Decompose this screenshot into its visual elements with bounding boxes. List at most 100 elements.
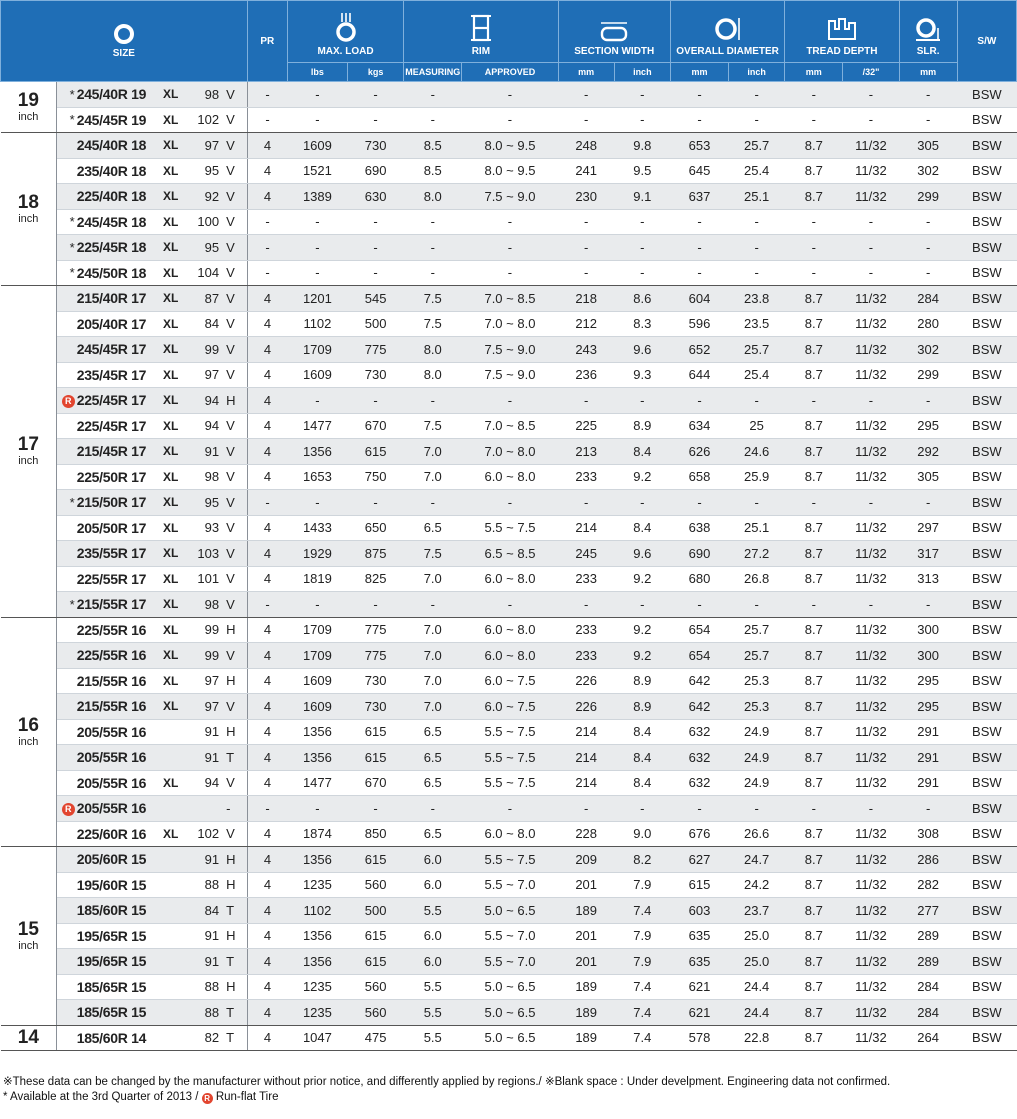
table-row: 195/65R 15 91 H 4 1356 615 6.0 5.5 ~ 7.0 201 7.9 6… [1,923,1017,949]
sidewall-cell: BSW [957,897,1017,924]
section-width-inch-cell: 8.9 [614,413,671,439]
section-width-inch-cell: - [614,209,671,235]
availability-mark [56,183,77,210]
overall-diameter-inch-cell: 24.6 [728,438,785,465]
rim-measuring-cell: - [403,591,462,618]
tread-depth-32-cell: 11/32 [842,336,900,363]
tire-size-cell: 245/45R 18 [76,209,163,235]
tire-spec-table: SIZE PR MAX. LOAD RIM SECTION WIDTH OVER… [0,0,1017,1051]
sidewall-cell: BSW [957,846,1017,873]
tire-size-cell: 235/55R 17 [76,540,163,567]
pr-cell: - [247,260,288,286]
load-lbs-cell: - [287,107,348,133]
table-row: * 245/50R 18 XL 104 V - - - - - - - - - - - - BSW [1,260,1017,286]
table-row: 235/55R 17 XL 103 V 4 1929 875 7.5 6.5 ~ 8.5 245 9… [1,540,1017,567]
tread-depth-32-cell: - [842,795,900,822]
table-row: 245/45R 17 XL 99 V 4 1709 775 8.0 7.5 ~ 9.0 243 9.… [1,336,1017,363]
section-width-mm-cell: 228 [558,821,615,847]
rim-approved-cell: 5.5 ~ 7.5 [461,744,559,771]
table-row: * 245/45R 18 XL 100 V - - - - - - - - - - - - BSW [1,209,1017,235]
speed-rating-cell: V [223,413,248,439]
sub-td-mm: mm [784,62,844,82]
load-lbs-cell: 1477 [287,413,348,439]
tread-depth-32-cell: 11/32 [842,566,900,592]
slr-cell: 297 [899,515,958,541]
sub-od-mm: mm [669,62,730,82]
load-kgs-cell: - [347,795,404,822]
table-row: 15 inch 205/60R 15 91 H 4 1356 615 6.0 5.5 ~ 7.5 2… [0,846,1017,1026]
header-size: SIZE [0,0,248,82]
load-index-cell: 95 [187,489,224,516]
section-width-inch-cell: 8.4 [614,438,671,465]
availability-mark: R [56,795,77,822]
section-width-mm-cell: 226 [558,668,615,694]
load-index-cell: 104 [187,260,224,286]
speed-rating-cell: H [223,974,248,1000]
availability-mark [56,770,77,796]
header-pr: PR [246,0,288,82]
rim-approved-cell: 6.0 ~ 7.5 [461,693,559,720]
sidewall-cell: BSW [957,81,1017,108]
tread-depth-mm-cell: 8.7 [784,821,843,847]
tread-depth-32-cell: 11/32 [842,999,900,1026]
tread-depth-32-cell: - [842,81,900,108]
sidewall-cell: BSW [957,413,1017,439]
rim-approved-cell: - [461,591,559,618]
xl-cell: XL [162,336,187,363]
table-row: 225/50R 17 XL 98 V 4 1653 750 7.0 6.0 ~ 8.0 233 9.… [1,464,1017,490]
tread-depth-32-cell: 11/32 [842,974,900,1000]
section-width-inch-cell: 8.9 [614,668,671,694]
load-kgs-cell: 750 [347,464,404,490]
tire-size-cell: 245/45R 17 [76,336,163,363]
xl-cell: XL [162,591,187,618]
rim-measuring-cell: 6.5 [403,515,462,541]
section-width-inch-cell: 9.2 [614,566,671,592]
speed-rating-cell: V [223,260,248,286]
pr-cell: 4 [247,642,288,669]
availability-mark [56,923,77,949]
xl-cell: XL [162,311,187,337]
slr-cell: 299 [899,183,958,210]
load-lbs-cell: 1356 [287,744,348,771]
section-width-mm-cell: - [558,234,615,261]
header-tread-depth-label: TREAD DEPTH [806,46,878,57]
tread-depth-mm-cell: 8.7 [784,719,843,745]
overall-diameter-mm-cell: 654 [670,642,729,669]
overall-diameter-inch-cell: - [728,591,785,618]
tire-size-cell: 245/40R 19 [76,81,163,108]
footnote-runflat: Run-flat Tire [215,1091,279,1103]
pr-cell: 4 [247,999,288,1026]
tire-size-cell: 215/55R 17 [76,591,163,618]
rim-measuring-cell: 6.0 [403,872,462,898]
section-width-mm-cell: 226 [558,693,615,720]
load-kgs-cell: - [347,591,404,618]
overall-diameter-inch-cell: 25 [728,413,785,439]
section-width-inch-cell: 7.4 [614,974,671,1000]
table-row: 205/50R 17 XL 93 V 4 1433 650 6.5 5.5 ~ 7.5 214 8.… [1,515,1017,541]
table-row: * 245/45R 19 XL 102 V - - - - - - - - - - - - BSW [1,107,1017,133]
table-row: 16 inch 225/55R 16 XL 99 H 4 1709 775 7.0 6.0 ~ 8.… [0,617,1017,847]
load-kgs-cell: 825 [347,566,404,592]
tread-depth-mm-cell: 8.7 [784,617,843,643]
tire-size-cell: 185/65R 15 [76,999,163,1026]
rim-group-label: 16 inch [0,617,58,847]
load-index-cell: 93 [187,515,224,541]
availability-mark: * [56,107,77,133]
table-row: 225/60R 16 XL 102 V 4 1874 850 6.5 6.0 ~ 8.0 228 9… [1,821,1017,847]
overall-diameter-inch-cell: 25.4 [728,158,785,184]
load-kgs-cell: 615 [347,744,404,771]
load-kgs-cell: 670 [347,413,404,439]
tread-depth-32-cell: 11/32 [842,183,900,210]
availability-mark [56,566,77,592]
pr-cell: - [247,234,288,261]
load-kgs-cell: 615 [347,948,404,975]
section-width-inch-cell: - [614,591,671,618]
tire-size-cell: 225/60R 16 [76,821,163,847]
rim-approved-cell: 5.0 ~ 6.5 [461,897,559,924]
overall-diameter-mm-cell: - [670,387,729,414]
slr-cell: 282 [899,872,958,898]
load-index-cell: 97 [187,668,224,694]
speed-rating-cell: V [223,183,248,210]
speed-rating-cell: H [223,668,248,694]
tread-depth-mm-cell: 8.7 [784,158,843,184]
